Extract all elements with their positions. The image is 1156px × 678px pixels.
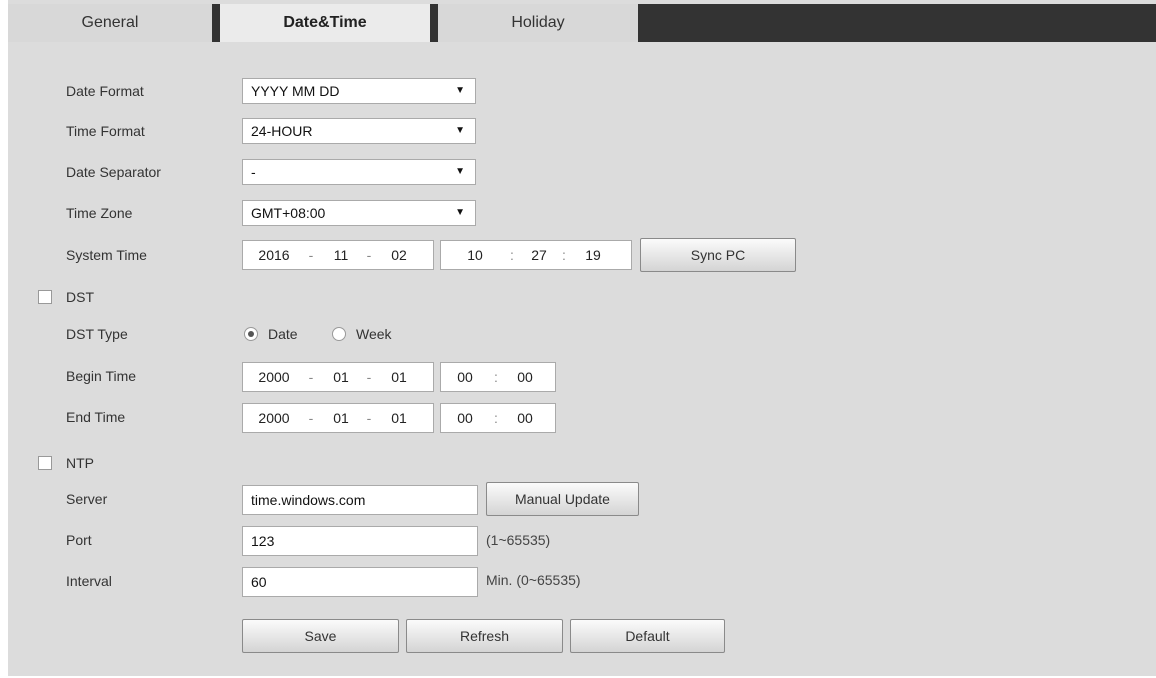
dst-type-week-label: Week [356, 326, 392, 342]
begin-clock-input[interactable]: 00 : 00 [440, 362, 556, 392]
begin-time-label: Begin Time [66, 368, 137, 384]
hour-field[interactable]: 00 [451, 363, 479, 391]
end-date-input[interactable]: 2000 - 01 - 01 [242, 403, 434, 433]
tab-date-time[interactable]: Date&Time [220, 4, 430, 42]
date-separator: - [308, 410, 314, 426]
interval-label: Interval [66, 573, 112, 589]
date-separator-select[interactable]: - ▼ [242, 159, 476, 185]
second-field[interactable]: 19 [579, 241, 607, 269]
hour-field[interactable]: 00 [451, 404, 479, 432]
refresh-button[interactable]: Refresh [406, 619, 563, 653]
ntp-label: NTP [66, 455, 94, 471]
date-format-label: Date Format [66, 83, 144, 99]
date-separator-label: Date Separator [66, 164, 161, 180]
date-format-select[interactable]: YYYY MM DD ▼ [242, 78, 476, 104]
tab-holiday[interactable]: Holiday [438, 4, 638, 42]
manual-update-button[interactable]: Manual Update [486, 482, 639, 516]
time-separator: : [494, 369, 498, 385]
dst-type-date-radio[interactable] [244, 327, 258, 341]
default-button[interactable]: Default [570, 619, 725, 653]
month-field[interactable]: 01 [327, 404, 355, 432]
port-range-hint: (1~65535) [486, 532, 551, 548]
dropdown-arrow-icon: ▼ [455, 207, 465, 218]
time-separator: : [562, 247, 566, 263]
date-separator-value: - [251, 164, 256, 180]
port-label: Port [66, 532, 92, 548]
dst-type-date-label: Date [268, 326, 298, 342]
hour-field[interactable]: 10 [461, 241, 489, 269]
date-separator: - [366, 369, 372, 385]
interval-range-hint: Min. (0~65535) [486, 572, 581, 588]
dst-type-week-radio[interactable] [332, 327, 346, 341]
time-separator: : [510, 247, 514, 263]
time-separator: : [494, 410, 498, 426]
begin-date-input[interactable]: 2000 - 01 - 01 [242, 362, 434, 392]
time-format-select[interactable]: 24-HOUR ▼ [242, 118, 476, 144]
ntp-checkbox[interactable] [38, 456, 52, 470]
month-field[interactable]: 01 [327, 363, 355, 391]
system-date-input[interactable]: 2016 - 11 - 02 [242, 240, 434, 270]
date-separator: - [366, 410, 372, 426]
dst-label: DST [66, 289, 94, 305]
dropdown-arrow-icon: ▼ [455, 166, 465, 177]
system-clock-input[interactable]: 10 : 27 : 19 [440, 240, 632, 270]
time-format-value: 24-HOUR [251, 123, 313, 139]
save-button[interactable]: Save [242, 619, 399, 653]
minute-field[interactable]: 00 [511, 404, 539, 432]
settings-panel [8, 0, 1156, 676]
year-field[interactable]: 2000 [253, 363, 295, 391]
dst-checkbox[interactable] [38, 290, 52, 304]
tab-bar: General Date&Time Holiday [8, 4, 1156, 42]
dropdown-arrow-icon: ▼ [455, 125, 465, 136]
day-field[interactable]: 01 [385, 404, 413, 432]
date-separator: - [308, 369, 314, 385]
minute-field[interactable]: 00 [511, 363, 539, 391]
dropdown-arrow-icon: ▼ [455, 85, 465, 96]
time-zone-value: GMT+08:00 [251, 205, 326, 221]
time-zone-label: Time Zone [66, 205, 133, 221]
time-zone-select[interactable]: GMT+08:00 ▼ [242, 200, 476, 226]
month-field[interactable]: 11 [327, 241, 355, 269]
end-time-label: End Time [66, 409, 126, 425]
system-time-label: System Time [66, 247, 147, 263]
sync-pc-button[interactable]: Sync PC [640, 238, 796, 272]
time-format-label: Time Format [66, 123, 145, 139]
ntp-interval-input[interactable]: 60 [242, 567, 478, 597]
year-field[interactable]: 2016 [253, 241, 295, 269]
minute-field[interactable]: 27 [525, 241, 553, 269]
date-separator: - [308, 247, 314, 263]
day-field[interactable]: 01 [385, 363, 413, 391]
year-field[interactable]: 2000 [253, 404, 295, 432]
date-format-value: YYYY MM DD [251, 83, 340, 99]
ntp-port-input[interactable]: 123 [242, 526, 478, 556]
ntp-server-input[interactable]: time.windows.com [242, 485, 478, 515]
tab-general[interactable]: General [8, 4, 212, 42]
server-label: Server [66, 491, 108, 507]
day-field[interactable]: 02 [385, 241, 413, 269]
date-separator: - [366, 247, 372, 263]
dst-type-label: DST Type [66, 326, 128, 342]
end-clock-input[interactable]: 00 : 00 [440, 403, 556, 433]
